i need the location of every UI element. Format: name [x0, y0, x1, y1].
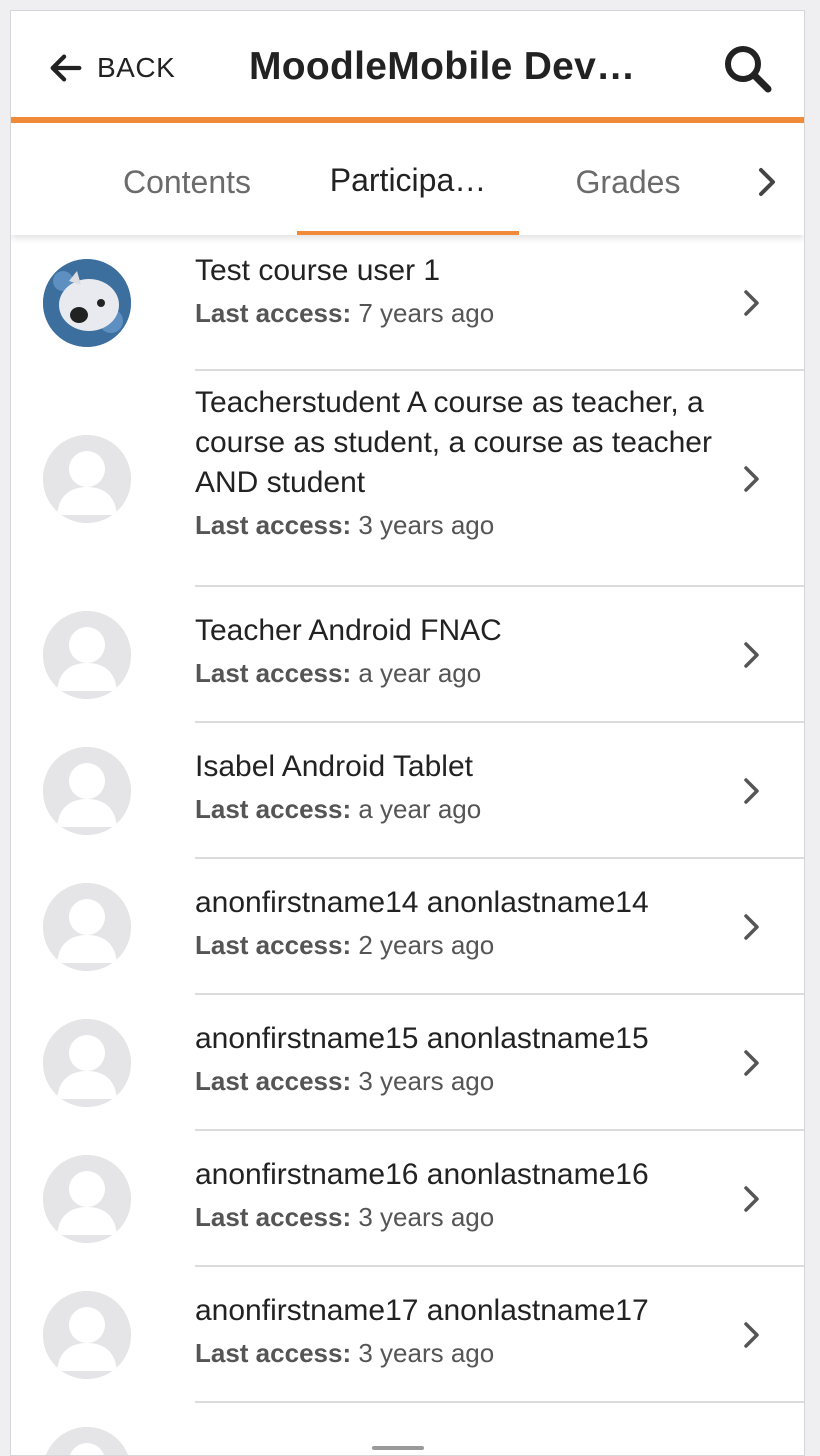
back-label: BACK [97, 52, 176, 83]
last-access-label: Last access: [195, 1066, 352, 1096]
last-access-label: Last access: [195, 298, 352, 328]
last-access-value: 3 years ago [358, 1338, 495, 1368]
participant-name: anonfirstname15 anonlastname15 [195, 1022, 649, 1055]
avatar [43, 435, 131, 523]
tab-bar: Contents Participa… Grades [11, 129, 804, 235]
search-button[interactable] [722, 43, 774, 95]
participants-list: Test course user 1 Last access: 7 years … [11, 235, 804, 1455]
last-access: Last access: 3 years ago [195, 1195, 724, 1239]
chevron-right-icon [744, 1322, 759, 1348]
list-item[interactable]: Test course user 1 Last access: 7 years … [11, 235, 804, 371]
last-access-label: Last access: [195, 510, 352, 540]
participant-name: Teacher Android FNAC [195, 614, 502, 647]
participant-name: anonfirstname17 anonlastname17 [195, 1294, 649, 1327]
participant-name: anonfirstname14 anonlastname14 [195, 886, 649, 919]
last-access: Last access: 3 years ago [195, 503, 724, 547]
avatar [43, 747, 131, 835]
last-access-label: Last access: [195, 658, 352, 688]
avatar [43, 611, 131, 699]
chevron-right-icon [744, 914, 759, 940]
search-icon [725, 46, 772, 93]
last-access: Last access: 7 years ago [195, 291, 724, 335]
tab-grades-label: Grades [575, 163, 681, 200]
chevron-right-icon[interactable] [748, 163, 786, 201]
participant-name: Isabel Android Tablet [195, 750, 473, 783]
app-frame: BACK MoodleMobile Dev… Contents Particip… [10, 10, 805, 1456]
participant-name: Test course user 1 [195, 254, 441, 287]
last-access-value: 2 years ago [358, 930, 495, 960]
default-user-icon [43, 611, 131, 699]
home-indicator [372, 1446, 424, 1450]
last-access-value: a year ago [358, 794, 482, 824]
default-user-icon [43, 1291, 131, 1379]
tab-contents-label: Contents [122, 163, 252, 200]
last-access-label: Last access: [195, 930, 352, 960]
last-access: Last access: 2 years ago [195, 923, 724, 967]
avatar [43, 1155, 131, 1243]
page-title: MoodleMobile Dev… [249, 45, 636, 88]
last-access-value: a year ago [358, 658, 482, 688]
participant-name: anonfirstname16 anonlastname16 [195, 1158, 649, 1191]
last-access-label: Last access: [195, 1202, 352, 1232]
last-access-label: Last access: [195, 794, 352, 824]
arrow-left-icon [50, 54, 82, 82]
last-access: Last access: a year ago [195, 787, 724, 831]
tab-participants[interactable]: Participa… [297, 129, 519, 235]
list-item[interactable]: anonfirstname15 anonlastname15 Last acce… [11, 995, 804, 1131]
chevron-right-icon [744, 290, 759, 316]
chevron-right-icon [744, 778, 759, 804]
avatar [43, 1427, 131, 1455]
default-user-icon [43, 1427, 131, 1455]
list-item[interactable]: Teacher Android FNAC Last access: a year… [11, 587, 804, 723]
avatar [43, 259, 131, 347]
list-item[interactable]: Isabel Android Tablet Last access: a yea… [11, 723, 804, 859]
tab-participants-label: Participa… [329, 161, 487, 198]
last-access: Last access: a year ago [195, 651, 724, 695]
default-user-icon [43, 747, 131, 835]
user-photo-icon [43, 259, 131, 347]
last-access-value: 3 years ago [358, 1202, 495, 1232]
back-button[interactable]: BACK [47, 47, 175, 89]
top-bar: BACK MoodleMobile Dev… [11, 11, 804, 123]
chevron-right-icon [744, 1186, 759, 1212]
tab-contents[interactable]: Contents [99, 129, 275, 235]
avatar [43, 1019, 131, 1107]
last-access-value: 3 years ago [358, 510, 495, 540]
tab-grades[interactable]: Grades [551, 129, 705, 235]
list-item[interactable]: anonfirstname16 anonlastname16 Last acce… [11, 1131, 804, 1267]
avatar [43, 1291, 131, 1379]
default-user-icon [43, 883, 131, 971]
default-user-icon [43, 1155, 131, 1243]
chevron-right-icon [744, 1050, 759, 1076]
avatar [43, 883, 131, 971]
chevron-right-icon [744, 642, 759, 668]
list-item[interactable]: Teacherstudent A course as teacher, a co… [11, 371, 804, 587]
list-item[interactable]: anonfirstname17 anonlastname17 Last acce… [11, 1267, 804, 1403]
list-item[interactable] [11, 1403, 804, 1455]
last-access: Last access: 3 years ago [195, 1059, 724, 1103]
last-access: Last access: 3 years ago [195, 1331, 724, 1375]
last-access-label: Last access: [195, 1338, 352, 1368]
last-access-value: 3 years ago [358, 1066, 495, 1096]
chevron-right-icon [744, 466, 759, 492]
list-item[interactable]: anonfirstname14 anonlastname14 Last acce… [11, 859, 804, 995]
default-user-icon [43, 1019, 131, 1107]
last-access-value: 7 years ago [358, 298, 495, 328]
participant-name: Teacherstudent A course as teacher, a co… [195, 386, 712, 499]
default-user-icon [43, 435, 131, 523]
